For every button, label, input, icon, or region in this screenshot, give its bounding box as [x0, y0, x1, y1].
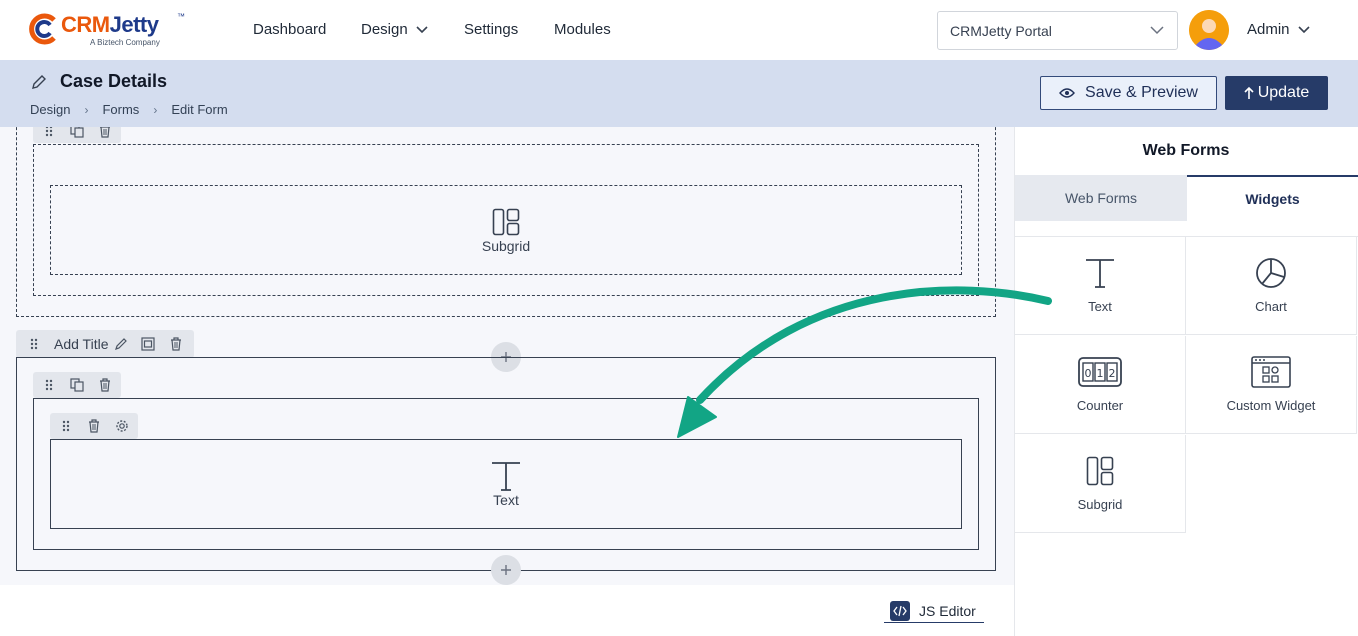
- user-name: Admin: [1247, 21, 1290, 38]
- section-title[interactable]: Add Title: [54, 336, 128, 352]
- tab-widgets-label: Widgets: [1245, 191, 1300, 207]
- nav-design[interactable]: Design: [361, 21, 428, 38]
- subgrid-field-label: Subgrid: [481, 238, 531, 254]
- code-icon: [890, 600, 910, 621]
- section-toolbar: Add Title: [16, 330, 195, 358]
- logo-mark-icon: [29, 13, 56, 45]
- nav-dashboard[interactable]: Dashboard: [253, 21, 326, 38]
- user-avatar[interactable]: [1189, 10, 1229, 50]
- row-toolbar: [33, 372, 121, 398]
- nav-design-label: Design: [361, 21, 408, 38]
- breadcrumb: Design › Forms › Edit Form: [30, 102, 228, 117]
- widget-custom-widget[interactable]: Custom Widget: [1186, 336, 1357, 434]
- pie-chart-icon: [1256, 258, 1286, 288]
- trash-icon[interactable]: [97, 377, 113, 393]
- save-preview-button[interactable]: Save & Preview: [1040, 76, 1217, 110]
- save-preview-label: Save & Preview: [1085, 84, 1198, 101]
- trash-icon[interactable]: [168, 336, 184, 352]
- copy-icon[interactable]: [69, 127, 85, 139]
- field-toolbar: [50, 413, 138, 439]
- drag-handle-icon[interactable]: [58, 418, 74, 434]
- js-editor-button[interactable]: JS Editor: [884, 599, 984, 623]
- pencil-icon: [32, 74, 46, 89]
- update-label: Update: [1257, 84, 1310, 101]
- form-canvas: Subgrid Add Title Text: [0, 127, 1014, 585]
- logo-subtitle: A Biztech Company: [90, 38, 160, 47]
- text-icon: [492, 462, 520, 491]
- svg-text:1: 1: [1097, 367, 1104, 380]
- breadcrumb-chevron-icon: ›: [153, 102, 158, 117]
- subgrid-icon: [492, 208, 520, 236]
- nav-settings-label: Settings: [464, 21, 519, 38]
- chevron-down-icon: [1297, 25, 1310, 33]
- widget-text-label: Text: [1088, 299, 1112, 314]
- page-title: Case Details: [30, 71, 167, 92]
- breadcrumb-edit-form: Edit Form: [171, 102, 228, 117]
- section-title-text: Add Title: [54, 336, 109, 352]
- portal-select[interactable]: CRMJetty Portal: [937, 11, 1178, 50]
- counter-icon: 0 1 2: [1078, 357, 1122, 387]
- logo-text-jetty: Jetty: [109, 12, 159, 37]
- user-menu[interactable]: Admin: [1247, 21, 1310, 38]
- update-button[interactable]: Update: [1225, 76, 1328, 110]
- svg-text:2: 2: [1109, 367, 1116, 380]
- tab-web-forms-label: Web Forms: [1064, 190, 1138, 206]
- panel-title: Web Forms: [1142, 142, 1230, 159]
- top-navbar: CRMJetty ™ A Biztech Company Dashboard D…: [0, 0, 1358, 60]
- pencil-icon: [115, 338, 128, 350]
- chevron-down-icon: [416, 25, 428, 33]
- tab-web-forms[interactable]: Web Forms: [1015, 175, 1187, 221]
- plus-icon: [501, 565, 511, 575]
- chevron-down-icon: [1150, 26, 1164, 35]
- logo-text: CRMJetty: [61, 12, 159, 38]
- widget-counter[interactable]: 0 1 2 Counter: [1015, 336, 1186, 434]
- widget-subgrid[interactable]: Subgrid: [1015, 435, 1186, 533]
- text-field-label: Text: [493, 492, 519, 508]
- trash-icon[interactable]: [97, 127, 113, 139]
- breadcrumb-design[interactable]: Design: [30, 102, 70, 117]
- gear-icon[interactable]: [114, 418, 130, 434]
- row-toolbar: [33, 127, 121, 143]
- avatar-icon: [1189, 10, 1229, 50]
- crmjetty-logo[interactable]: CRMJetty ™ A Biztech Company: [28, 10, 198, 50]
- js-editor-label: JS Editor: [919, 602, 976, 619]
- drag-handle-icon[interactable]: [41, 127, 57, 139]
- logo-trademark: ™: [177, 12, 185, 21]
- eye-icon: [1059, 88, 1075, 98]
- nav-modules[interactable]: Modules: [554, 21, 611, 38]
- svg-text:0: 0: [1085, 367, 1092, 380]
- trash-icon[interactable]: [86, 418, 102, 434]
- tab-widgets[interactable]: Widgets: [1187, 175, 1358, 221]
- logo-text-crm: CRM: [61, 12, 110, 37]
- widget-chart[interactable]: Chart: [1186, 237, 1357, 335]
- nav-settings[interactable]: Settings: [464, 21, 518, 38]
- section-layout-icon[interactable]: [140, 336, 156, 352]
- drag-handle-icon[interactable]: [41, 377, 57, 393]
- portal-select-value: CRMJetty Portal: [950, 22, 1052, 39]
- subgrid-icon: [1086, 456, 1114, 486]
- widget-chart-label: Chart: [1255, 299, 1287, 314]
- canvas-footer: [0, 585, 1014, 636]
- nav-dashboard-label: Dashboard: [253, 21, 327, 38]
- upload-arrow-icon: [1244, 86, 1254, 99]
- widget-custom-widget-label: Custom Widget: [1226, 398, 1316, 413]
- widget-text[interactable]: Text: [1015, 237, 1186, 335]
- widget-counter-label: Counter: [1076, 398, 1124, 413]
- copy-icon[interactable]: [69, 377, 85, 393]
- widget-subgrid-label: Subgrid: [1077, 497, 1123, 512]
- breadcrumb-forms[interactable]: Forms: [102, 102, 139, 117]
- page-title-text: Case Details: [60, 71, 168, 91]
- breadcrumb-chevron-icon: ›: [84, 102, 89, 117]
- text-icon: [1086, 259, 1114, 288]
- custom-widget-icon: [1251, 356, 1291, 388]
- nav-modules-label: Modules: [554, 21, 611, 38]
- add-section-button[interactable]: [491, 555, 521, 585]
- drag-handle-icon[interactable]: [26, 336, 42, 352]
